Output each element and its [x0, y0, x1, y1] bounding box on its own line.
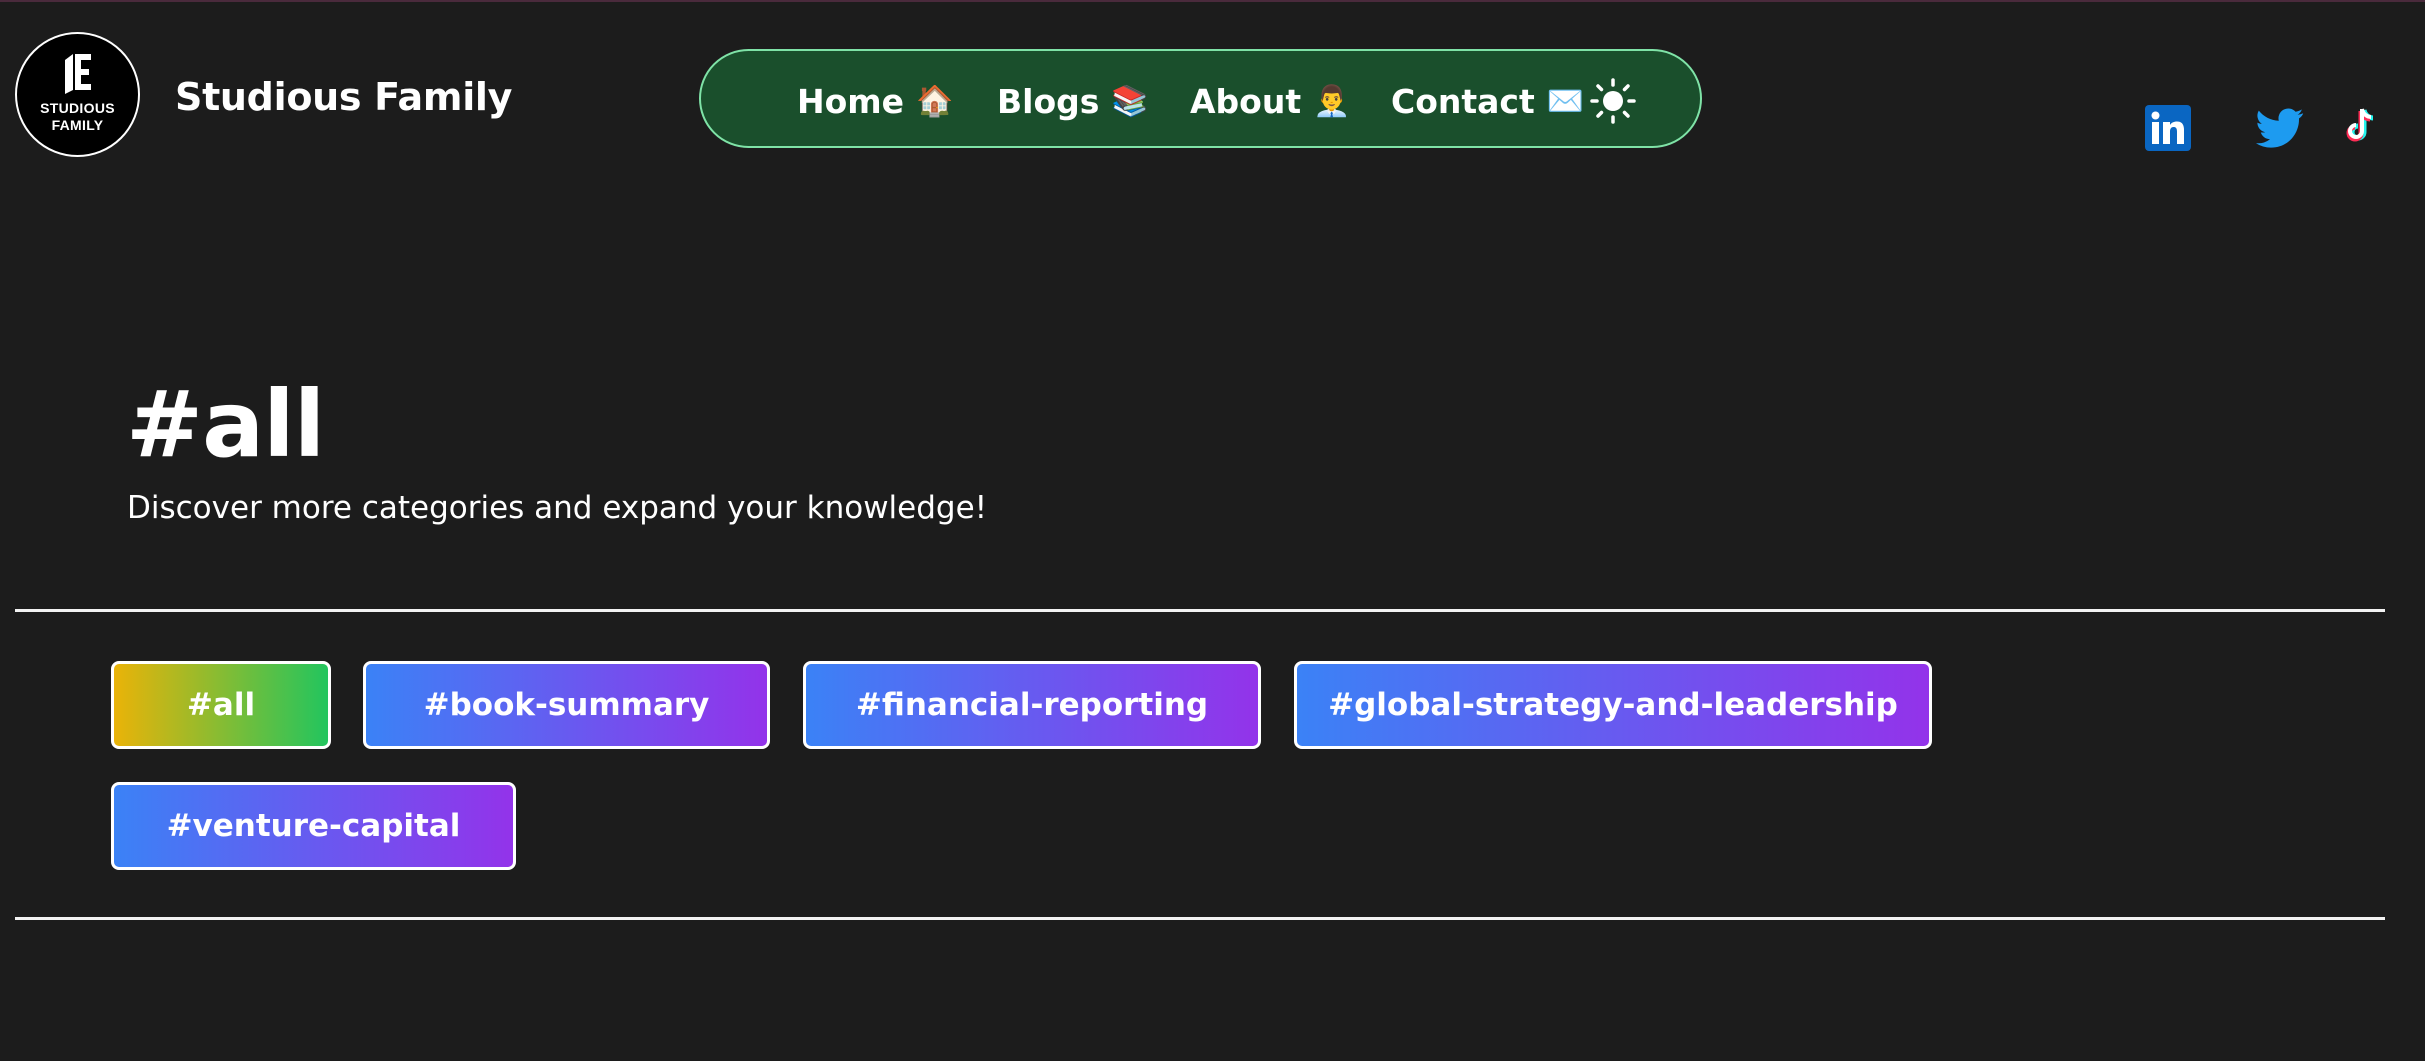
nav-item-label: Home — [797, 81, 905, 121]
books-icon: 📚 — [1111, 83, 1149, 119]
logo-text-line1: STUDIOUS — [40, 99, 115, 116]
nav-item-blogs[interactable]: Blogs 📚 — [997, 79, 1149, 123]
logo-text-line2: FAMILY — [51, 116, 104, 133]
divider — [15, 609, 2385, 612]
nav-item-about[interactable]: About 👨‍💼 — [1190, 79, 1350, 123]
sun-icon — [1590, 78, 1636, 124]
main-nav: Home 🏠 Blogs 📚 About 👨‍💼 Contact ✉️ — [699, 49, 1702, 148]
tag-venture-capital[interactable]: #venture-capital — [111, 782, 516, 870]
tiktok-icon — [2346, 108, 2374, 142]
theme-toggle-button[interactable] — [1590, 78, 1636, 124]
top-border-line — [0, 0, 2425, 2]
tag-all[interactable]: #all — [111, 661, 331, 749]
tag-book-summary[interactable]: #book-summary — [363, 661, 770, 749]
twitter-icon — [2256, 108, 2304, 148]
site-logo[interactable]: STUDIOUS FAMILY — [15, 32, 140, 157]
twitter-link[interactable] — [2255, 104, 2305, 152]
page-subtitle: Discover more categories and expand your… — [127, 490, 988, 526]
page-title: #all — [126, 371, 325, 478]
logo-text: STUDIOUS FAMILY — [40, 100, 115, 134]
nav-item-home[interactable]: Home 🏠 — [797, 79, 953, 123]
nav-item-label: Contact — [1391, 81, 1535, 121]
nav-item-label: About — [1190, 81, 1302, 121]
logo-mark-icon — [64, 53, 91, 94]
tag-global-strategy-and-leadership[interactable]: #global-strategy-and-leadership — [1294, 661, 1932, 749]
brand-name[interactable]: Studious Family — [175, 72, 512, 122]
tiktok-link[interactable] — [2343, 105, 2379, 145]
nav-item-contact[interactable]: Contact ✉️ — [1391, 79, 1584, 123]
envelope-icon: ✉️ — [1546, 83, 1585, 119]
house-icon: 🏠 — [916, 83, 954, 119]
tag-financial-reporting[interactable]: #financial-reporting — [803, 661, 1261, 749]
linkedin-icon — [2145, 105, 2191, 151]
linkedin-link[interactable] — [2145, 105, 2191, 151]
person-icon: 👨‍💼 — [1313, 83, 1351, 119]
nav-item-label: Blogs — [997, 81, 1100, 121]
divider — [15, 917, 2385, 920]
